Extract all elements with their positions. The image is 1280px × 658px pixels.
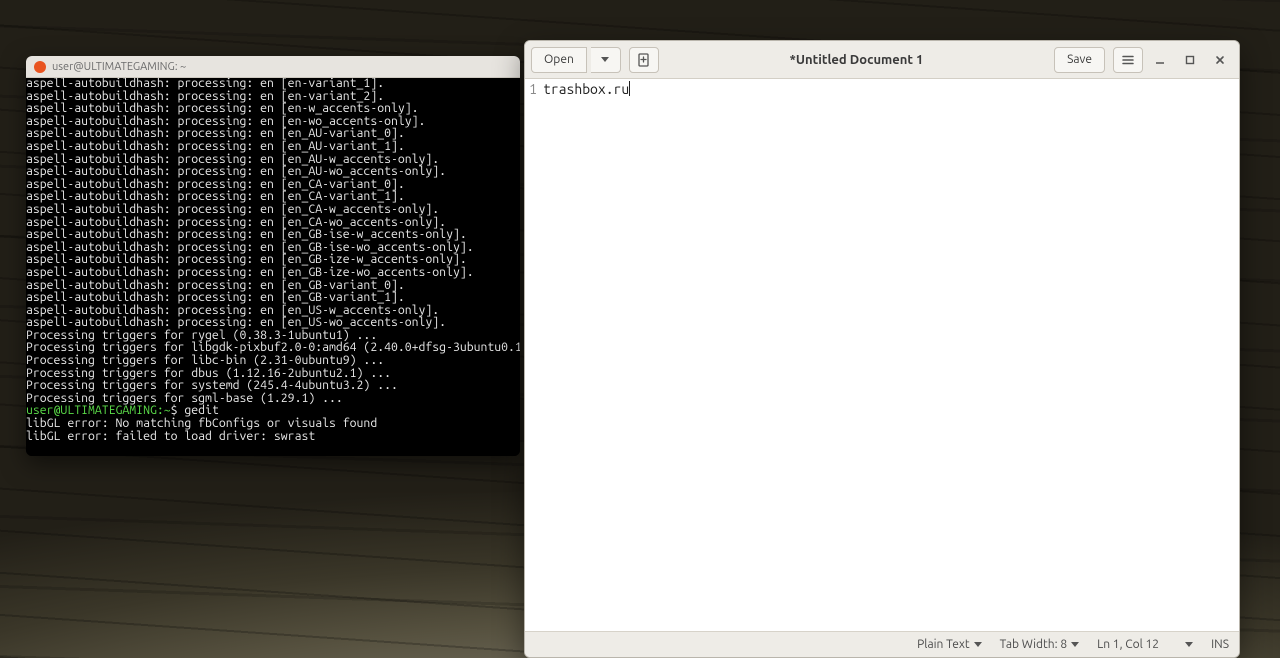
open-recent-dropdown[interactable] [591, 47, 621, 73]
insert-mode[interactable]: INS [1211, 638, 1229, 651]
line-number: 1 [529, 81, 537, 97]
editor-area[interactable]: 1 trashbox.ru [525, 79, 1239, 631]
terminal-line: Processing triggers for libc-bin (2.31-0… [26, 354, 384, 367]
prompt-dollar: $ [171, 404, 178, 417]
open-button-label: Open [544, 53, 574, 66]
prompt-path: ~ [164, 404, 171, 417]
hamburger-icon [1121, 53, 1135, 67]
text-cursor [629, 81, 630, 96]
ubuntu-icon [34, 61, 46, 73]
terminal-line: aspell-autobuildhash: processing: en [en… [26, 178, 405, 191]
open-button[interactable]: Open [531, 47, 587, 73]
tab-width-selector[interactable]: Tab Width: 8 [1000, 638, 1079, 651]
line-number-gutter: 1 [525, 79, 539, 631]
terminal-line: aspell-autobuildhash: processing: en [en… [26, 316, 446, 329]
save-button[interactable]: Save [1054, 47, 1105, 73]
terminal-line: aspell-autobuildhash: processing: en [en… [26, 241, 474, 254]
tab-width-label: Tab Width: 8 [1000, 638, 1067, 651]
chevron-down-icon [601, 57, 609, 62]
terminal-line: Processing triggers for libgdk-pixbuf2.0… [26, 341, 520, 354]
prompt-sep: : [157, 404, 164, 417]
document-title: *Untitled Document 1 [663, 53, 1050, 67]
terminal-line: Processing triggers for dbus (1.12.16-2u… [26, 367, 391, 380]
new-document-icon [636, 52, 652, 68]
cursor-position-label: Ln 1, Col 12 [1097, 638, 1159, 651]
save-button-label: Save [1067, 53, 1092, 66]
gedit-headerbar: Open *Untitled Document 1 Save [525, 41, 1239, 79]
gedit-window: Open *Untitled Document 1 Save [524, 40, 1240, 658]
close-icon [1214, 54, 1226, 66]
terminal-error: libGL error: failed to load driver: swra… [26, 430, 315, 443]
terminal-line: aspell-autobuildhash: processing: en [en… [26, 102, 419, 115]
terminal-line: aspell-autobuildhash: processing: en [en… [26, 253, 467, 266]
text-content[interactable]: trashbox.ru [539, 79, 1239, 631]
chevron-down-icon [1185, 642, 1193, 647]
terminal-line: aspell-autobuildhash: processing: en [en… [26, 190, 405, 203]
terminal-line: aspell-autobuildhash: processing: en [en… [26, 279, 405, 292]
status-bar: Plain Text Tab Width: 8 Ln 1, Col 12 INS [525, 631, 1239, 657]
terminal-line: Processing triggers for sgml-base (1.29.… [26, 392, 343, 405]
maximize-icon [1184, 54, 1196, 66]
terminal-line: aspell-autobuildhash: processing: en [en… [26, 78, 384, 90]
insert-mode-label: INS [1211, 638, 1229, 651]
syntax-selector[interactable]: Plain Text [917, 638, 982, 651]
terminal-line: Processing triggers for systemd (245.4-4… [26, 379, 398, 392]
maximize-button[interactable] [1177, 47, 1203, 73]
terminal-line: aspell-autobuildhash: processing: en [en… [26, 153, 439, 166]
prompt-command: gedit [184, 404, 218, 417]
terminal-line: Processing triggers for rygel (0.38.3-1u… [26, 329, 377, 342]
terminal-line: aspell-autobuildhash: processing: en [en… [26, 216, 446, 229]
minimize-icon [1154, 54, 1166, 66]
terminal-line: aspell-autobuildhash: processing: en [en… [26, 127, 405, 140]
hamburger-menu-button[interactable] [1113, 47, 1143, 73]
terminal-line: aspell-autobuildhash: processing: en [en… [26, 203, 439, 216]
terminal-window: user@ULTIMATEGAMING: ~ aspell-autobuildh… [26, 56, 520, 456]
line-text: trashbox.ru [543, 81, 629, 97]
new-tab-button[interactable] [629, 47, 659, 73]
cursor-position[interactable]: Ln 1, Col 12 [1097, 638, 1193, 651]
close-button[interactable] [1207, 47, 1233, 73]
terminal-line: aspell-autobuildhash: processing: en [en… [26, 304, 439, 317]
terminal-line: aspell-autobuildhash: processing: en [en… [26, 115, 425, 128]
terminal-title: user@ULTIMATEGAMING: ~ [52, 61, 186, 73]
minimize-button[interactable] [1147, 47, 1173, 73]
chevron-down-icon [974, 642, 982, 647]
terminal-output[interactable]: aspell-autobuildhash: processing: en [en… [26, 78, 520, 456]
prompt-user: user@ULTIMATEGAMING [26, 404, 157, 417]
terminal-line: aspell-autobuildhash: processing: en [en… [26, 266, 474, 279]
chevron-down-icon [1071, 642, 1079, 647]
terminal-line: aspell-autobuildhash: processing: en [en… [26, 165, 446, 178]
terminal-line: aspell-autobuildhash: processing: en [en… [26, 228, 467, 241]
terminal-error: libGL error: No matching fbConfigs or vi… [26, 417, 377, 430]
terminal-line: aspell-autobuildhash: processing: en [en… [26, 291, 405, 304]
terminal-titlebar[interactable]: user@ULTIMATEGAMING: ~ [26, 56, 520, 78]
terminal-line: aspell-autobuildhash: processing: en [en… [26, 90, 384, 103]
terminal-line: aspell-autobuildhash: processing: en [en… [26, 140, 405, 153]
syntax-label: Plain Text [917, 638, 970, 651]
